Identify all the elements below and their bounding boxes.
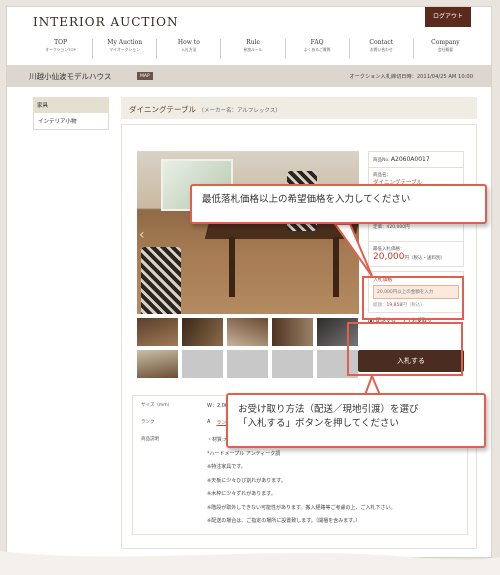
callout-text: 「入札する」ボタンを押してください — [238, 418, 399, 430]
callout-text: お受け取り方法（配送／現地引渡）を選び — [238, 404, 419, 415]
callout-bid-price: 最低落札価格以上の希望価格を入力してください — [190, 184, 487, 224]
callout-tails — [333, 223, 382, 396]
callout-text: 最低落札価格以上の希望価格を入力してください — [202, 194, 411, 205]
page-curl — [0, 551, 500, 575]
callout-tail — [333, 223, 373, 277]
callout-delivery: お受け取り方法（配送／現地引渡）を選び 「入札する」ボタンを押してください — [226, 393, 486, 448]
page-curl-shape — [0, 551, 500, 575]
